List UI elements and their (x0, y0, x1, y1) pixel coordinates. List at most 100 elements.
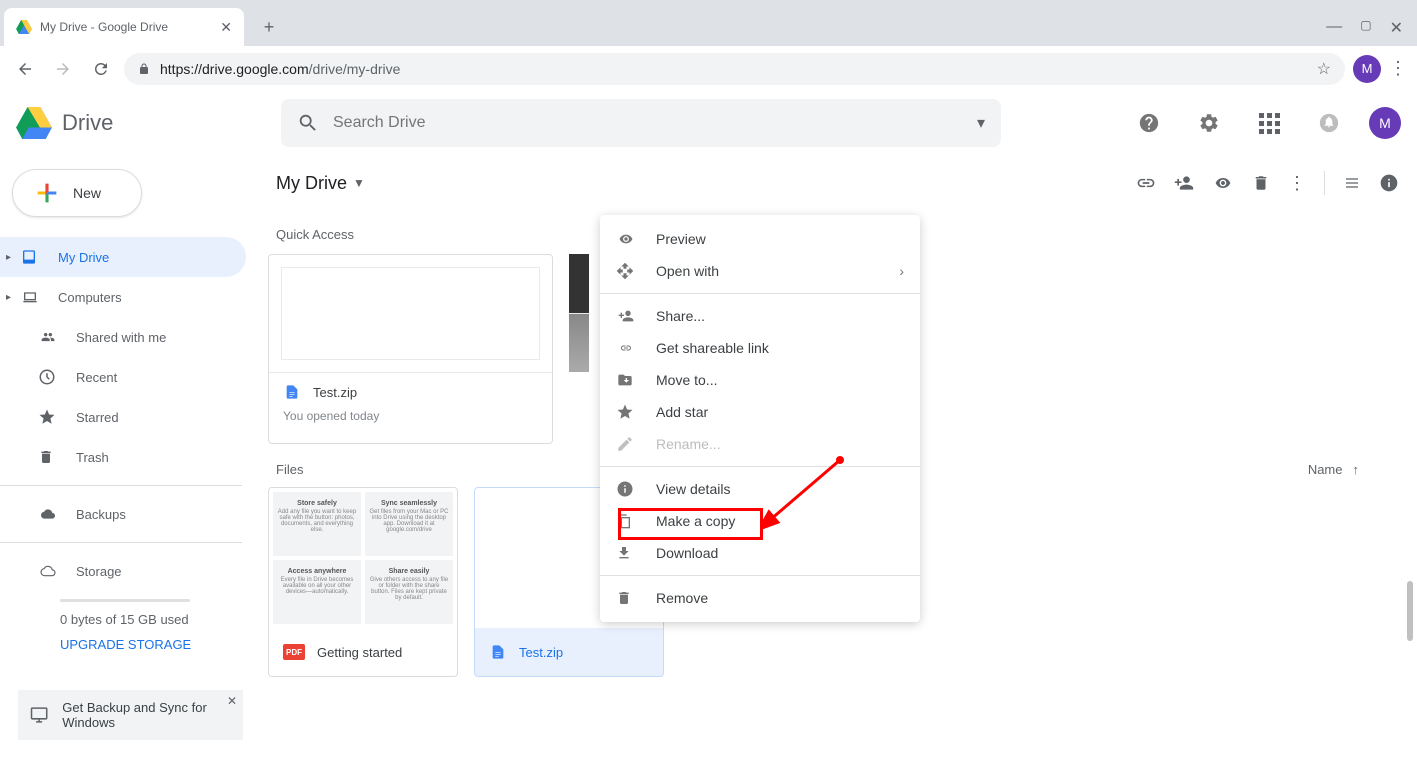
url: https://drive.google.com/drive/my-drive (160, 61, 400, 77)
info-icon (616, 480, 636, 498)
tab-bar: My Drive - Google Drive ✕ + — ▢ ✕ (0, 0, 1417, 46)
profile-avatar[interactable]: M (1353, 55, 1381, 83)
clock-icon (38, 368, 58, 386)
sidebar-item-shared[interactable]: Shared with me (0, 317, 246, 357)
files-title: Files (276, 462, 303, 477)
trash-icon (38, 448, 58, 466)
forward-button[interactable] (48, 54, 78, 84)
lock-icon (138, 62, 150, 76)
chevron-down-icon: ▼ (353, 176, 365, 190)
ctx-download[interactable]: Download (600, 537, 920, 569)
ctx-get-link[interactable]: Get shareable link (600, 332, 920, 364)
info-icon[interactable] (1379, 173, 1399, 193)
get-link-icon[interactable] (1136, 173, 1156, 193)
breadcrumb-label: My Drive (276, 173, 347, 194)
tab-title: My Drive - Google Drive (40, 20, 212, 34)
ctx-move-to[interactable]: Move to... (600, 364, 920, 396)
nav-label: My Drive (58, 250, 109, 265)
ctx-open-with[interactable]: Open with› (600, 255, 920, 287)
column-name[interactable]: Name ↑ (1308, 462, 1359, 477)
sidebar-item-storage[interactable]: Storage (0, 551, 246, 591)
context-menu: Preview Open with› Share... Get shareabl… (600, 215, 920, 622)
nav-label: Recent (76, 370, 117, 385)
preview-icon[interactable] (1212, 175, 1234, 191)
ctx-share[interactable]: Share... (600, 300, 920, 332)
ctx-preview[interactable]: Preview (600, 223, 920, 255)
ctx-view-details[interactable]: View details (600, 473, 920, 505)
trash-icon (616, 589, 636, 607)
copy-icon (616, 512, 636, 530)
quick-access-card[interactable]: Test.zip You opened today (268, 254, 553, 444)
maximize-button[interactable]: ▢ (1360, 18, 1371, 38)
sidebar-item-backups[interactable]: Backups (0, 494, 246, 534)
desktop-icon (30, 705, 48, 725)
close-icon[interactable]: ✕ (227, 694, 237, 708)
new-tab-button[interactable]: + (252, 10, 286, 44)
file-icon (489, 641, 507, 663)
file-subtitle: You opened today (283, 409, 538, 423)
star-icon (38, 408, 58, 426)
sidebar-item-starred[interactable]: Starred (0, 397, 246, 437)
person-add-icon (616, 308, 636, 324)
pdf-icon: PDF (283, 644, 305, 660)
nav-label: Storage (76, 564, 122, 579)
share-icon[interactable] (1174, 173, 1194, 193)
address-bar-row: https://drive.google.com/drive/my-drive … (0, 46, 1417, 91)
more-icon[interactable]: ⋮ (1288, 173, 1306, 194)
ctx-remove[interactable]: Remove (600, 582, 920, 614)
scrollbar[interactable] (1407, 581, 1413, 641)
file-icon (283, 381, 301, 403)
ctx-add-star[interactable]: Add star (600, 396, 920, 428)
browser-chrome: My Drive - Google Drive ✕ + — ▢ ✕ https:… (0, 0, 1417, 91)
sidebar-item-recent[interactable]: Recent (0, 357, 246, 397)
sidebar-item-my-drive[interactable]: ▸ My Drive (0, 237, 246, 277)
back-button[interactable] (10, 54, 40, 84)
new-button[interactable]: New (12, 169, 142, 217)
browser-tab[interactable]: My Drive - Google Drive ✕ (4, 8, 244, 46)
plus-icon (33, 179, 61, 207)
nav-label: Computers (58, 290, 122, 305)
computers-icon (20, 289, 40, 305)
close-window-button[interactable]: ✕ (1390, 18, 1403, 38)
open-with-icon (616, 262, 636, 280)
drive-icon (20, 249, 40, 265)
sidebar-item-computers[interactable]: ▸ Computers (0, 277, 246, 317)
file-name: Test.zip (519, 645, 563, 660)
download-icon (616, 544, 636, 562)
ctx-make-copy[interactable]: Make a copy (600, 505, 920, 537)
chevron-right-icon[interactable]: ▸ (6, 252, 11, 263)
sidebar-item-trash[interactable]: Trash (0, 437, 246, 477)
address-bar[interactable]: https://drive.google.com/drive/my-drive … (124, 53, 1345, 85)
list-view-icon[interactable] (1343, 175, 1361, 191)
bookmark-star-icon[interactable]: ☆ (1317, 59, 1331, 79)
rename-icon (616, 435, 636, 453)
chevron-right-icon: › (899, 263, 904, 279)
breadcrumb[interactable]: My Drive ▼ (276, 173, 365, 194)
trash-icon[interactable] (1252, 173, 1270, 193)
file-name: Getting started (317, 645, 402, 660)
file-card-getting-started[interactable]: Store safelyAdd any file you want to kee… (268, 487, 458, 677)
nav-label: Starred (76, 410, 119, 425)
backup-promo[interactable]: Get Backup and Sync for Windows ✕ (18, 690, 243, 740)
toolbar: My Drive ▼ ⋮ (268, 159, 1407, 207)
new-button-label: New (73, 185, 101, 201)
eye-icon (616, 232, 636, 246)
ctx-rename: Rename... (600, 428, 920, 460)
folder-move-icon (616, 372, 636, 388)
nav-label: Trash (76, 450, 109, 465)
upgrade-storage-link[interactable]: UPGRADE STORAGE (60, 637, 258, 652)
sidebar: New ▸ My Drive ▸ Computers Shared with m… (0, 91, 258, 760)
file-name: Test.zip (313, 385, 357, 400)
minimize-button[interactable]: — (1326, 18, 1342, 38)
arrow-up-icon: ↑ (1353, 462, 1360, 477)
quick-access-card[interactable] (569, 254, 589, 444)
browser-menu-icon[interactable]: ⋮ (1389, 58, 1407, 79)
chevron-right-icon[interactable]: ▸ (6, 292, 11, 303)
reload-button[interactable] (86, 54, 116, 84)
backup-promo-text: Get Backup and Sync for Windows (62, 700, 215, 730)
storage-used-text: 0 bytes of 15 GB used (60, 612, 258, 627)
link-icon (616, 342, 636, 354)
nav-label: Shared with me (76, 330, 166, 345)
close-icon[interactable]: ✕ (220, 19, 232, 36)
people-icon (38, 330, 58, 344)
